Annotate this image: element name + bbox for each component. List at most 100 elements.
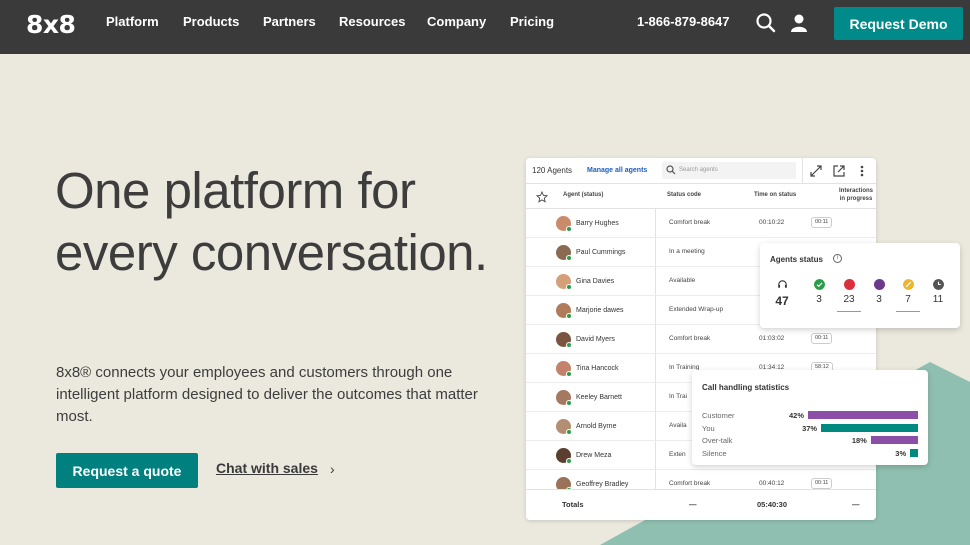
chat-with-sales-link[interactable]: Chat with sales — [216, 460, 318, 476]
column-agent-status[interactable]: Agent (status) — [563, 192, 603, 198]
call-handling-title: Call handling statistics — [702, 383, 790, 392]
search-placeholder: Search agents — [679, 167, 718, 173]
agent-name: Gina Davies — [576, 278, 615, 285]
more-options-icon[interactable] — [855, 164, 869, 178]
status-code: In a meeting — [669, 248, 705, 255]
underline — [837, 311, 861, 312]
nav-resources[interactable]: Resources — [339, 14, 405, 29]
stat-purple[interactable]: 3 — [868, 279, 890, 305]
status-code: Available — [669, 277, 696, 284]
stat-busy[interactable]: 23 — [837, 279, 861, 312]
search-icon[interactable] — [755, 12, 777, 34]
status-code: In Trai — [669, 393, 688, 400]
totals-label: Totals — [562, 500, 584, 509]
status-code: Comfort break — [669, 335, 711, 342]
nav-pricing[interactable]: Pricing — [510, 14, 554, 29]
agents-dashboard-card: 120 Agents Manage all agents Search agen… — [526, 158, 876, 520]
interaction-pill: 00:11 — [811, 217, 833, 228]
search-agents-input[interactable]: Search agents — [662, 162, 796, 179]
agents-status-title: Agents status — [770, 255, 823, 264]
status-dot — [566, 255, 572, 261]
totals-time: 05:40:30 — [757, 500, 788, 509]
headset-icon — [777, 280, 787, 288]
check-circle-icon — [813, 279, 825, 290]
status-dot — [566, 400, 572, 406]
column-interactions[interactable]: Interactions in progress — [836, 187, 876, 203]
stat-available[interactable]: 3 — [808, 279, 830, 305]
logo[interactable]: 8x8 — [26, 10, 76, 39]
stat-away-value: 7 — [905, 294, 911, 305]
stat-away[interactable]: 7 — [896, 279, 920, 312]
nav-partners[interactable]: Partners — [263, 14, 316, 29]
top-nav: 8x8 Platform Products Partners Resources… — [0, 0, 970, 54]
table-row[interactable]: David Myers Comfort break 01:03:02 00:11 — [526, 325, 876, 354]
search-icon — [666, 165, 676, 175]
manage-agents-link[interactable]: Manage all agents — [587, 167, 647, 174]
stat-idle[interactable]: 11 — [927, 279, 949, 305]
stat-total: 47 — [771, 279, 793, 308]
column-time-on-status[interactable]: Time on status — [754, 192, 796, 198]
call-handling-card: Call handling statistics Customer 42% You 3… — [692, 370, 928, 465]
chevron-right-icon: › — [330, 461, 335, 477]
interaction-pill: 00:11 — [811, 478, 833, 489]
phone-number[interactable]: 1-866-879-8647 — [637, 14, 730, 29]
agent-name: Paul Cummings — [576, 249, 626, 256]
nav-company[interactable]: Company — [427, 14, 486, 29]
call-stat-label: Silence — [702, 448, 727, 458]
purple-status-icon — [873, 279, 885, 290]
clock-icon — [932, 279, 944, 290]
column-status-code[interactable]: Status code — [667, 192, 701, 198]
call-stat-percent: 42% — [788, 411, 804, 420]
call-stat-label: Customer — [702, 411, 735, 420]
status-dot — [566, 226, 572, 232]
nav-platform[interactable]: Platform — [106, 14, 159, 29]
agent-name: Barry Hughes — [576, 220, 619, 227]
call-stat-label: You — [702, 423, 715, 433]
status-dot — [566, 313, 572, 319]
call-stat-bar — [910, 448, 918, 457]
stat-total-value: 47 — [775, 294, 789, 308]
agent-name: Marjorie dawes — [576, 307, 624, 314]
agent-name: Arnold Byrne — [576, 423, 617, 430]
interaction-pill: 00:11 — [811, 333, 833, 344]
table-row[interactable]: Barry Hughes Comfort break 00:10:22 00:11 — [526, 209, 876, 238]
status-code: Exten — [669, 451, 686, 458]
status-code: Comfort break — [669, 480, 711, 487]
time-on-status: 00:40:12 — [759, 480, 785, 487]
agents-status-card: Agents status i 47 3 23 3 7 11 — [760, 243, 960, 328]
agent-name: Drew Meza — [576, 452, 612, 459]
stat-available-value: 3 — [816, 294, 822, 305]
totals-row: Totals — 05:40:30 — — [526, 489, 876, 520]
nav-products[interactable]: Products — [183, 14, 239, 29]
time-on-status: 00:10:22 — [759, 219, 785, 226]
star-icon[interactable] — [536, 191, 548, 203]
divider — [802, 158, 803, 184]
stat-busy-value: 23 — [843, 294, 855, 305]
request-demo-button[interactable]: Request Demo — [834, 7, 963, 40]
call-stat-bar — [821, 423, 918, 432]
hero-description: 8x8® connects your employees and custome… — [56, 364, 478, 425]
info-icon[interactable]: i — [833, 254, 842, 263]
agent-name: Keeley Barnett — [576, 394, 622, 401]
call-stat-percent: 18% — [851, 436, 867, 445]
call-stat-bar — [808, 411, 918, 419]
expand-icon[interactable] — [809, 164, 823, 178]
agent-name: Tina Hancock — [576, 365, 619, 372]
request-quote-button[interactable]: Request a quote — [56, 453, 198, 488]
status-dot — [566, 429, 572, 435]
time-on-status: 01:03:02 — [759, 335, 785, 342]
external-link-icon[interactable] — [832, 164, 846, 178]
status-code: Extended Wrap-up — [669, 306, 724, 313]
status-dot — [566, 342, 572, 348]
call-stat-percent: 37% — [802, 423, 818, 433]
stat-idle-value: 11 — [932, 294, 944, 305]
status-dot — [566, 458, 572, 464]
totals-status-dash: — — [689, 500, 697, 509]
call-stat-row: You 37% — [692, 423, 928, 435]
user-icon[interactable] — [788, 12, 810, 34]
call-stat-label: Over-talk — [702, 436, 733, 445]
status-code: Comfort break — [669, 219, 711, 226]
agents-count: 120 Agents — [532, 166, 573, 175]
red-status-icon — [843, 279, 855, 290]
call-stat-row: Customer 42% — [692, 410, 928, 422]
